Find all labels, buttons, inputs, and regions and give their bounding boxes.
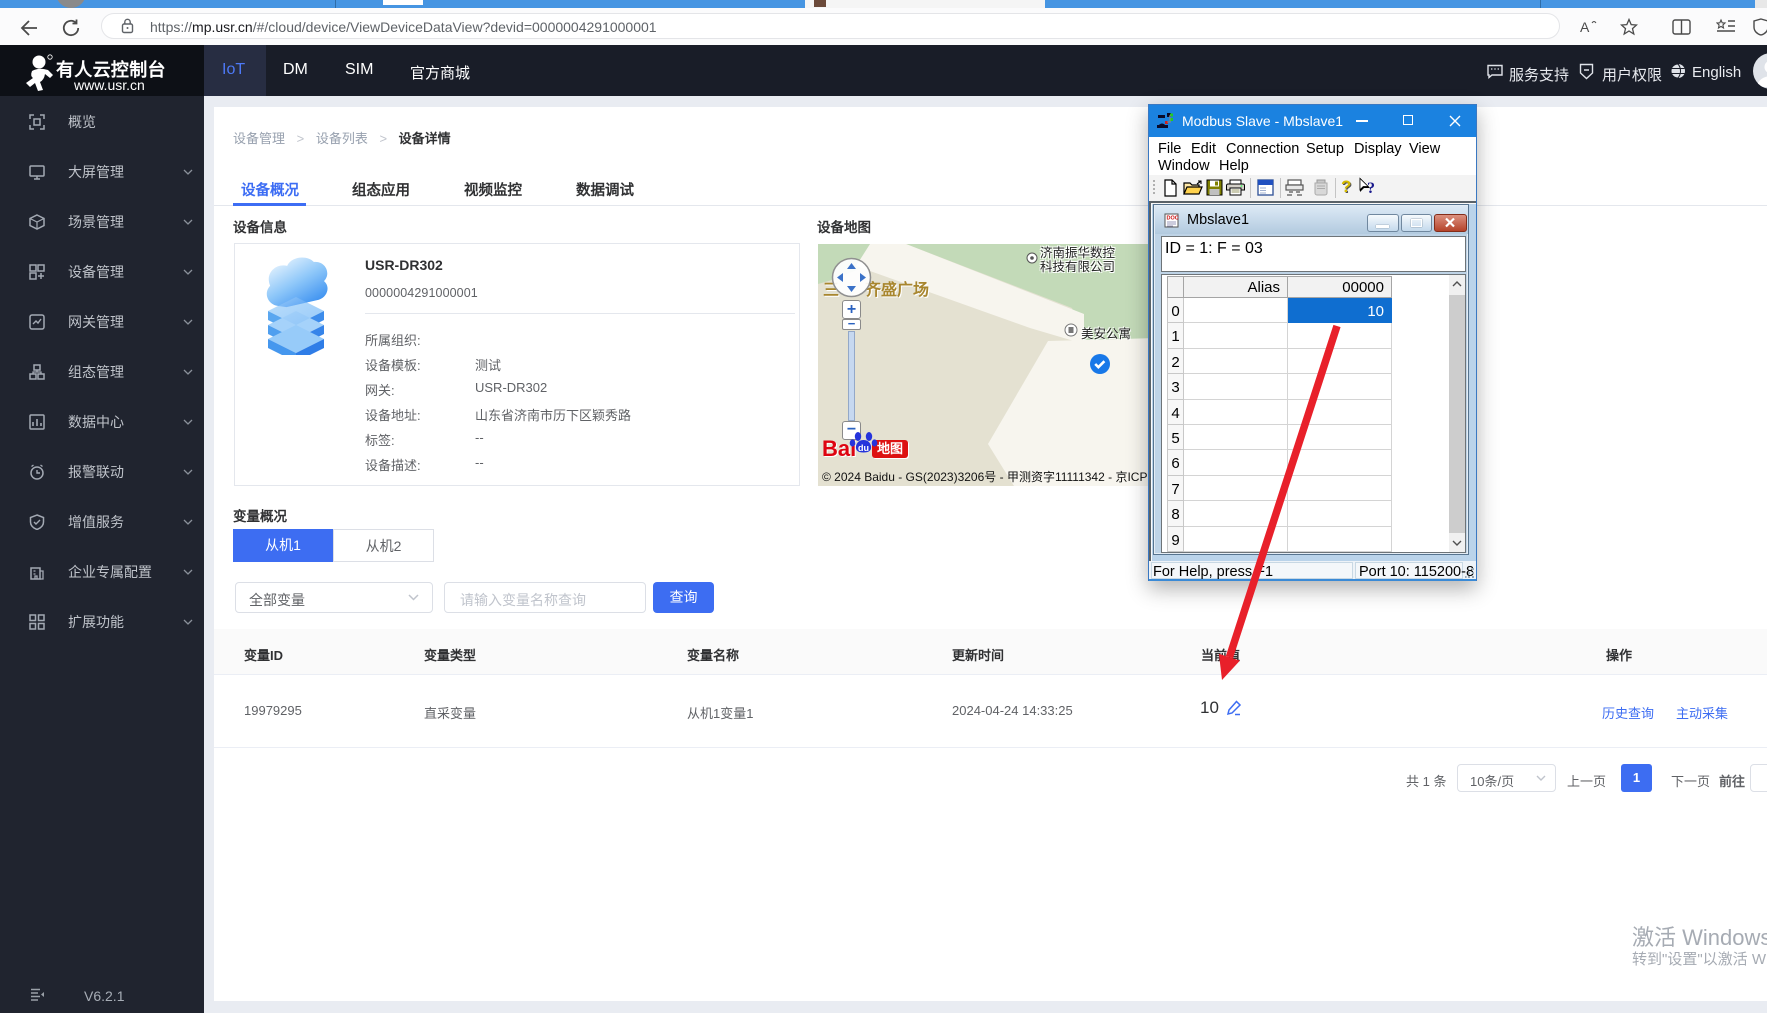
svg-text:A: A <box>1580 19 1590 35</box>
svg-text:DOC: DOC <box>1167 216 1179 222</box>
svg-text:du: du <box>858 443 869 453</box>
svg-text:?: ? <box>1367 180 1375 197</box>
